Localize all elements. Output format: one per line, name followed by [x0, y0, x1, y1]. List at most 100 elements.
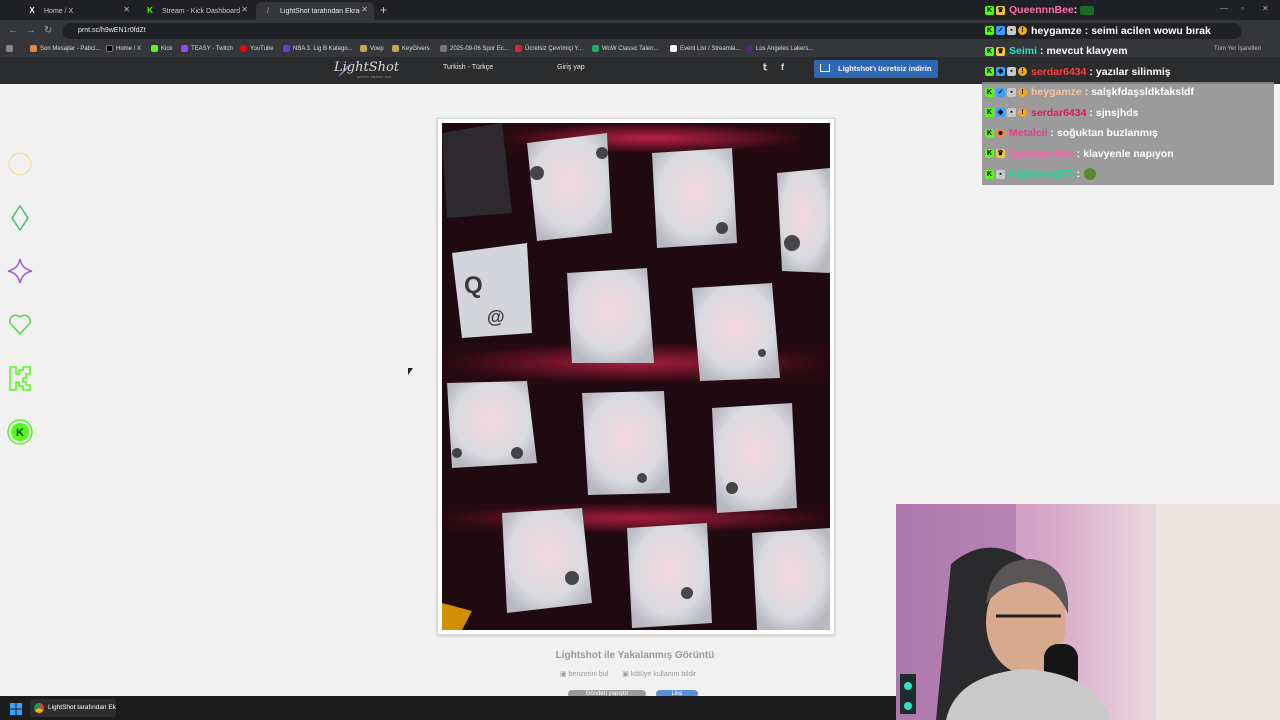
gift-badge-icon: !	[1018, 67, 1027, 77]
chat-text: klavyenle napıyon	[1083, 147, 1174, 160]
lightshot-logo[interactable]: LightShot	[334, 60, 399, 75]
windows-taskbar: LightShot tarafından Ek	[0, 696, 896, 720]
sub-badge-icon: ▪	[1007, 26, 1016, 36]
bookmark-item[interactable]: Kick	[151, 45, 172, 52]
diamond-icon	[6, 204, 34, 232]
chat-message: K ✓ ▪ ! heygamze : seimi acilen wowu bır…	[985, 24, 1211, 37]
close-icon[interactable]: ✕	[123, 5, 130, 14]
chat-text: soğuktan buzlanmış	[1056, 127, 1158, 140]
bookmark-item[interactable]: KeyGivers	[392, 45, 430, 52]
url-text: prnt.sc/h9wEN1r0fdZt	[78, 27, 146, 34]
gift-badge-icon: !	[1018, 87, 1027, 97]
bookmark-item[interactable]: Voep	[360, 45, 384, 52]
close-icon[interactable]: ✕	[241, 5, 248, 14]
verified-badge-icon: ◆	[996, 108, 1005, 118]
new-tab-button[interactable]: +	[380, 3, 387, 17]
close-icon[interactable]: ✕	[361, 5, 368, 14]
screen: { "browser": { "tabs": [ {"title": "Home…	[0, 0, 1280, 720]
chat-username: serdar6434	[1031, 106, 1087, 119]
forward-icon[interactable]: →	[26, 25, 36, 36]
apps-icon[interactable]	[6, 45, 16, 52]
svg-text:K: K	[16, 427, 24, 439]
chat-message: K ✓ ▪ ! heygamze : salşkfdaşsldkfaksldf	[982, 82, 1274, 103]
skull-badge-icon: ☻	[996, 128, 1005, 138]
facebook-icon[interactable]: f	[781, 62, 784, 72]
bookmark-item[interactable]: Event List / Streamla...	[670, 45, 740, 52]
stream-chat-overlay: K ♛ QueennnBee : K ✓ ▪ ! heygamze : seim…	[982, 0, 1274, 185]
circle-outline-icon	[6, 150, 34, 178]
svg-text:Q: Q	[464, 272, 483, 299]
find-similar-link[interactable]: ▣ benzerini bul	[560, 671, 614, 678]
crown-badge-icon: ♛	[996, 46, 1005, 56]
chat-text: sjnsjhds	[1095, 106, 1139, 119]
bookmark-item[interactable]: TEASY - Twitch	[181, 45, 233, 52]
webcam-feed	[896, 504, 1280, 720]
screenshot-actions: ▣ benzerini bul ▣ kötüye kullanım bildir	[560, 670, 708, 678]
x-logo-icon: X	[29, 6, 35, 15]
gift-badge-icon: !	[1018, 108, 1027, 118]
chat-username: serdar6434	[1031, 65, 1087, 78]
verified-badge-icon: ✓	[996, 87, 1005, 97]
tab-lightshot[interactable]: / LightShot tarafından Ekran Görü ✕	[256, 2, 374, 20]
svg-text:@: @	[487, 307, 505, 327]
chat-username: Metalcii	[1009, 127, 1048, 140]
chat-message: K ☻ Metalcii : soğuktan buzlanmış	[982, 123, 1274, 144]
chat-username: heygamze	[1031, 24, 1082, 37]
taskbar-chrome-window[interactable]: LightShot tarafından Ek	[30, 699, 116, 717]
chat-username: Seimi	[1009, 45, 1038, 58]
kick-logo-icon: K	[147, 6, 153, 15]
bookmark-item[interactable]: 2025-09-06 Spor Ec...	[440, 45, 509, 52]
taskbar-item-label: LightShot tarafından Ek	[48, 704, 116, 711]
mouse-cursor-icon	[408, 368, 413, 375]
bookmark-item[interactable]: YouTube	[240, 45, 274, 52]
screenshot-image[interactable]: Q @	[442, 123, 830, 630]
chat-username: QueennnBee	[1009, 147, 1074, 160]
chat-text: yazılar silinmiş	[1095, 65, 1171, 78]
screenshot-caption: Lightshot ile Yakalanmış Görüntü	[555, 650, 715, 661]
verified-badge-icon: ✓	[996, 26, 1005, 36]
crown-badge-icon: ♛	[996, 5, 1005, 15]
crown-badge-icon: ♛	[996, 149, 1005, 159]
tab-home-x[interactable]: X Home / X ✕	[20, 2, 136, 20]
sub-badge-icon: ▪	[1007, 108, 1016, 118]
all-bookmarks-link[interactable]: Tüm Yer İşaretleri	[1214, 46, 1261, 52]
sub-badge-icon: ▪	[996, 169, 1005, 179]
chat-text: salşkfdaşsldkfaksldf	[1091, 86, 1194, 99]
download-icon	[820, 64, 830, 72]
bookmark-item[interactable]: NBA 3. Lig B Katego...	[283, 45, 353, 52]
reload-icon[interactable]: ↻	[44, 25, 52, 36]
download-button[interactable]: Lightshot'ı ücretsiz indirin	[814, 60, 938, 78]
bookmark-item[interactable]: Home / X	[106, 45, 141, 52]
bookmark-item[interactable]: WoW Classic Talen...	[592, 45, 658, 52]
kick-badge-icon: K	[985, 108, 994, 118]
download-label: Lightshot'ı ücretsiz indirin	[838, 64, 932, 73]
chat-username: NightwingTR	[1009, 168, 1074, 181]
chat-username: heygamze	[1031, 86, 1082, 99]
kick-badge-icon: K	[985, 5, 994, 15]
kick-badge-icon: K	[985, 26, 994, 36]
windows-start-icon[interactable]	[10, 702, 22, 715]
peepo-emote-icon	[1084, 168, 1097, 181]
login-link[interactable]: Giriş yap	[557, 64, 585, 71]
bookmark-item[interactable]: Son Mesajlar - Pabci...	[30, 45, 100, 52]
lightshot-logo-subtitle: screen capture tool	[357, 74, 392, 79]
report-abuse-link[interactable]: ▣ kötüye kullanım bildir	[622, 671, 702, 678]
kick-badge-icon: K	[985, 46, 994, 56]
chrome-icon	[34, 703, 44, 713]
back-icon[interactable]: ←	[8, 25, 18, 36]
bookmark-item[interactable]: Los Angeles Lakers...	[746, 45, 813, 52]
chat-username: QueennnBee	[1009, 4, 1074, 17]
kick-badge-icon: K	[985, 67, 994, 77]
chat-message: K ♛ QueennnBee : klavyenle napıyon	[982, 143, 1274, 164]
tab-kick-dashboard[interactable]: K Stream - Kick Dashboard ✕	[138, 2, 254, 20]
tab-title: Stream - Kick Dashboard	[162, 7, 241, 15]
bookmark-item[interactable]: Ücretsiz Çevrimiçi Y...	[515, 45, 583, 52]
tab-title: Home / X	[44, 7, 74, 15]
twitter-icon[interactable]: 𝕥	[763, 62, 767, 73]
chat-message: K ▪ NightwingTR :	[982, 164, 1274, 185]
chat-text: mevcut klavyem	[1046, 45, 1128, 58]
language-selector[interactable]: Turkish - Türkçe	[443, 64, 493, 71]
chat-message: K ♛ QueennnBee :	[982, 0, 1274, 21]
kick-badge-icon: K	[985, 128, 994, 138]
kick-circle-icon: K	[6, 418, 34, 446]
